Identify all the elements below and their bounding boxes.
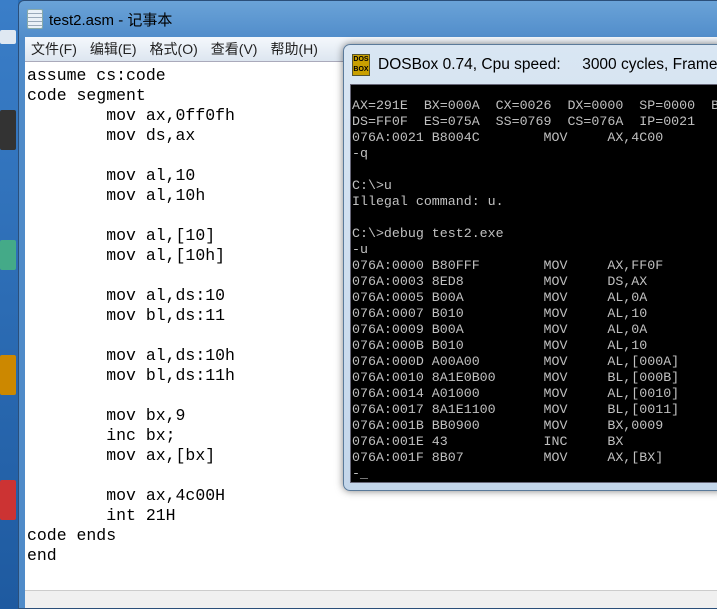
dosbox-window: DOS BOX DOSBox 0.74, Cpu speed: 3000 cycl… bbox=[343, 44, 717, 491]
notepad-titlebar[interactable]: test2.asm - 记事本 bbox=[27, 7, 172, 31]
menu-format[interactable]: 格式(O) bbox=[144, 39, 205, 59]
notepad-icon bbox=[27, 9, 43, 29]
menu-edit[interactable]: 编辑(E) bbox=[84, 39, 144, 59]
status-bar bbox=[25, 590, 717, 608]
desktop-icon[interactable] bbox=[0, 480, 16, 520]
window-title: test2.asm - 记事本 bbox=[49, 11, 173, 29]
desktop-edge bbox=[0, 0, 18, 609]
dosbox-titlebar[interactable]: DOS BOX DOSBox 0.74, Cpu speed: 3000 cycl… bbox=[352, 53, 717, 77]
menu-help[interactable]: 帮助(H) bbox=[264, 39, 324, 59]
dosbox-icon: DOS BOX bbox=[352, 54, 370, 76]
window-title: DOSBox 0.74, Cpu speed: 3000 cycles, Fra… bbox=[378, 56, 717, 73]
console-output: AX=291E BX=000A CX=0026 DX=0000 SP=0000 … bbox=[352, 98, 717, 481]
desktop-icon[interactable] bbox=[0, 110, 16, 150]
menu-view[interactable]: 查看(V) bbox=[205, 39, 265, 59]
dos-console[interactable]: AX=291E BX=000A CX=0026 DX=0000 SP=0000 … bbox=[350, 84, 717, 483]
menu-file[interactable]: 文件(F) bbox=[25, 39, 84, 59]
desktop-icon[interactable] bbox=[0, 240, 16, 270]
editor-content[interactable]: assume cs:code code segment mov ax,0ff0f… bbox=[27, 66, 235, 566]
desktop-icon[interactable] bbox=[0, 30, 16, 44]
desktop-icon[interactable] bbox=[0, 355, 16, 395]
